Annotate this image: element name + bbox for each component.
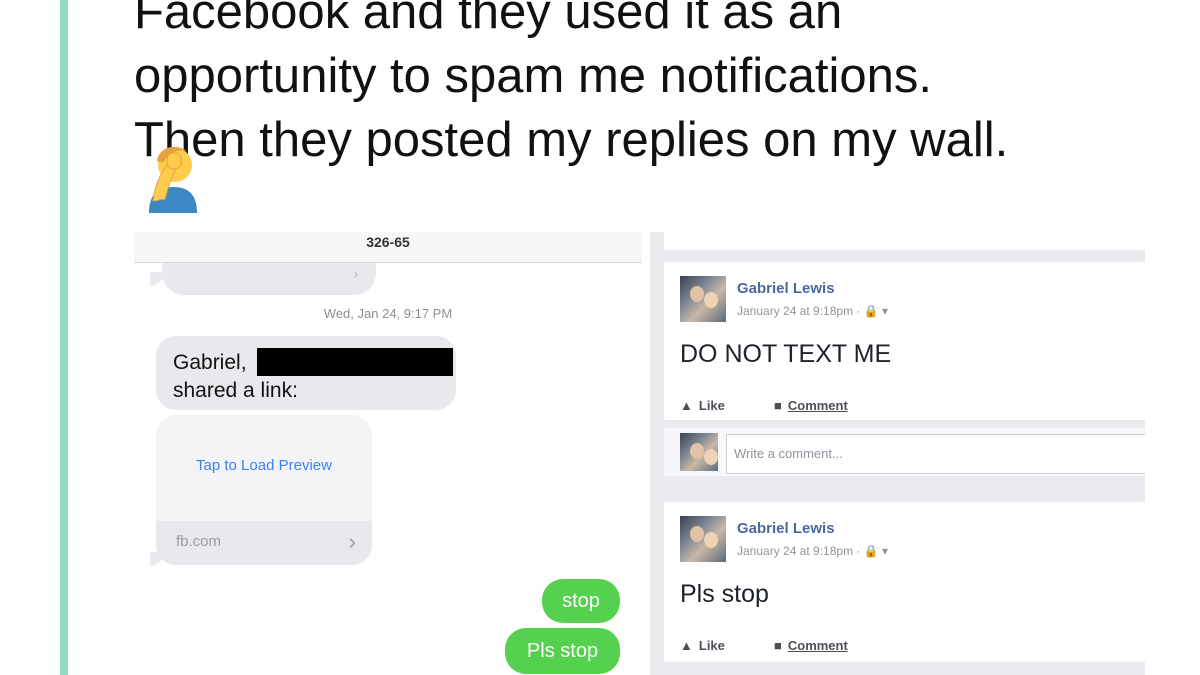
thumbs-up-icon: ▲ (680, 638, 693, 653)
tweet-line-3: Then they posted my replies on my wall. (134, 113, 1009, 167)
facebook-post: Gabriel Lewis January 24 at 9:18pm · 🔒 ▾… (664, 262, 1145, 420)
post-text: DO NOT TEXT ME (680, 340, 892, 368)
like-button[interactable]: ▲ Like (680, 638, 725, 653)
facebook-post: Gabriel Lewis January 24 at 9:18pm · 🔒 ▾… (664, 502, 1145, 662)
received-line-2: shared a link: (173, 379, 298, 402)
conversation-header: 326-65 (134, 232, 642, 263)
link-domain: fb.com (176, 533, 222, 550)
link-preview-area[interactable]: Tap to Load Preview (156, 415, 372, 521)
tap-to-load-preview[interactable]: Tap to Load Preview (196, 457, 332, 474)
thumbs-up-icon: ▲ (680, 398, 693, 413)
comment-icon: ■ (774, 398, 782, 413)
comment-placeholder: Write a comment... (734, 446, 843, 461)
bubble-tail (150, 272, 164, 286)
message-timestamp: Wed, Jan 24, 9:17 PM (323, 306, 453, 321)
comment-icon: ■ (774, 638, 782, 653)
sent-message-bubble: Pls stop (505, 628, 620, 674)
like-button[interactable]: ▲ Like (680, 398, 725, 413)
avatar[interactable] (680, 516, 726, 562)
comment-button[interactable]: ■ Comment (774, 398, 848, 413)
tweet-line-1: Facebook and they used it as an (134, 0, 843, 39)
quote-accent-bar (60, 0, 68, 675)
redaction-bar (257, 348, 453, 376)
received-message-bubble: Gabriel, shared a link: (156, 336, 456, 410)
chevron-right-icon: › (348, 529, 356, 554)
tweet-text: Facebook and they used it as an opportun… (134, 0, 1174, 172)
post-author[interactable]: Gabriel Lewis (737, 520, 835, 537)
tweet-line-2: opportunity to spam me notifications. (134, 49, 933, 103)
post-text: Pls stop (680, 580, 769, 608)
previous-post-card (664, 232, 1145, 250)
post-meta: January 24 at 9:18pm · 🔒 ▾ (737, 304, 889, 318)
comment-input[interactable]: Write a comment... (726, 434, 1145, 474)
previous-message-bubble: › (162, 263, 376, 295)
post-meta: January 24 at 9:18pm · 🔒 ▾ (737, 544, 889, 558)
post-author[interactable]: Gabriel Lewis (737, 280, 835, 297)
imessage-screenshot: 326-65 › Wed, Jan 24, 9:17 PM Gabriel, s… (134, 232, 642, 675)
sent-message-bubble: stop (542, 579, 620, 623)
contact-number: 326-65 (366, 234, 410, 250)
facepalm-emoji-icon (149, 146, 197, 213)
link-preview-card[interactable]: Tap to Load Preview fb.com › (156, 415, 372, 565)
link-footer[interactable]: fb.com › (156, 521, 372, 565)
chevron-right-icon: › (353, 265, 358, 281)
avatar[interactable] (680, 276, 726, 322)
received-line-1: Gabriel, (173, 351, 247, 374)
facebook-screenshot: Gabriel Lewis January 24 at 9:18pm · 🔒 ▾… (650, 232, 1145, 675)
comment-button[interactable]: ■ Comment (774, 638, 848, 653)
avatar (680, 433, 718, 471)
